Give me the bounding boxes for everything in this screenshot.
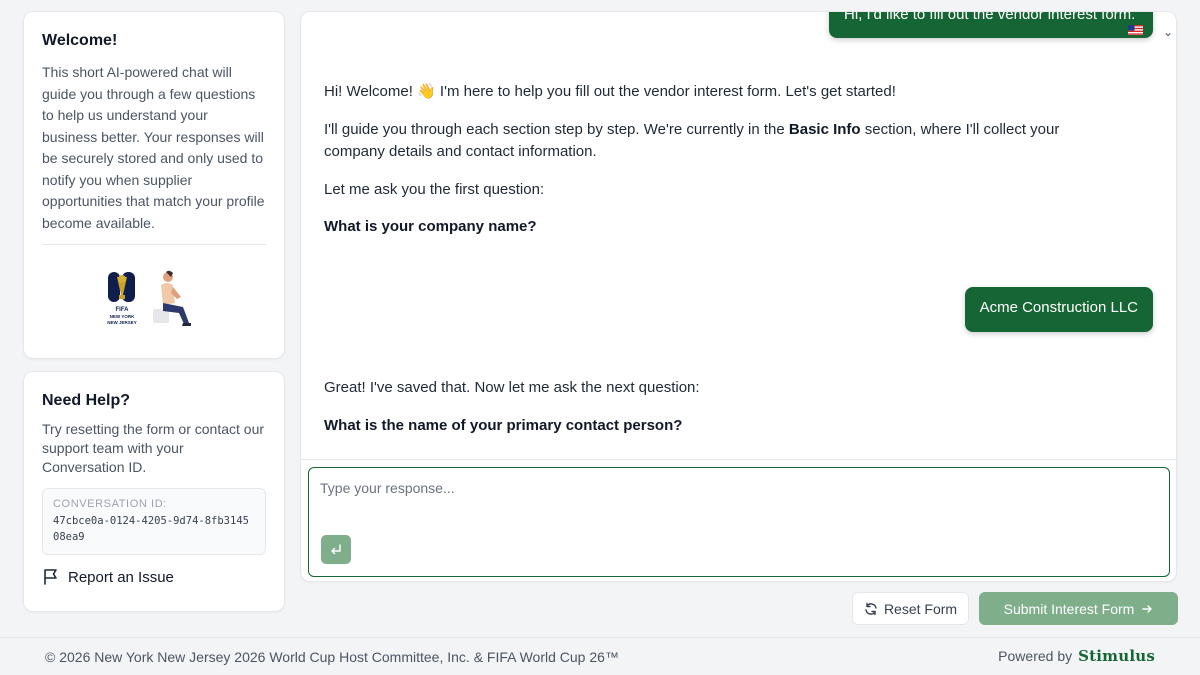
logo-text-nj: NEW JERSEY	[107, 320, 137, 325]
us-flag-icon	[1128, 25, 1143, 35]
submit-interest-form-button[interactable]: Submit Interest Form	[979, 592, 1178, 625]
conversation-id-label: CONVERSATION ID:	[53, 498, 167, 510]
ai-message-line: I'll guide you through each section step…	[324, 119, 1124, 164]
ai-question-text: What is your company name?	[324, 218, 537, 235]
divider	[301, 459, 1176, 460]
flag-icon	[44, 569, 57, 585]
powered-by-label: Powered by	[998, 648, 1073, 664]
conversation-id-box: CONVERSATION ID: 47cbce0a-0124-4205-9d74…	[42, 488, 266, 555]
ai-message: Hi! Welcome! 👋 I'm here to help you fill…	[324, 81, 1124, 254]
conversation-id-value: 47cbce0a-0124-4205-9d74-8fb314508ea9	[53, 515, 249, 543]
user-message-text: Acme Construction LLC	[979, 299, 1138, 316]
footer: © 2026 New York New Jersey 2026 World Cu…	[0, 637, 1200, 675]
ai-message-line: Hi! Welcome! 👋 I'm here to help you fill…	[324, 83, 896, 100]
response-input[interactable]	[320, 480, 1150, 520]
reset-form-button[interactable]: Reset Form	[852, 592, 969, 625]
logo-text-fifa: FIFA	[116, 307, 130, 313]
report-issue-label: Report an Issue	[68, 568, 174, 586]
welcome-text: This short AI-powered chat will guide yo…	[42, 64, 265, 231]
user-message-text: Hi, I'd like to fill out the vendor inte…	[844, 12, 1136, 23]
ai-message-line: Great! I've saved that. Now let me ask t…	[324, 379, 700, 396]
divider	[42, 244, 266, 245]
ai-message: Great! I've saved that. Now let me ask t…	[324, 377, 1124, 452]
welcome-title: Welcome!	[42, 32, 118, 49]
ai-text-bold: Basic Info	[788, 120, 861, 138]
help-text: Try resetting the form or contact our su…	[42, 421, 265, 475]
reset-form-label: Reset Form	[883, 600, 958, 617]
chat-messages[interactable]: Hi, I'd like to fill out the vendor inte…	[301, 12, 1176, 460]
logo-row: FIFA NEW YORK NEW JERSEY	[42, 269, 266, 327]
powered-by: Powered by Stimulus	[998, 647, 1155, 665]
welcome-card: Welcome! This short AI-powered chat will…	[23, 11, 285, 359]
chat-panel: Hi, I'd like to fill out the vendor inte…	[300, 11, 1177, 582]
refresh-icon	[865, 602, 877, 615]
world-cup-logo: FIFA NEW YORK NEW JERSEY	[107, 272, 137, 325]
stimulus-logo[interactable]: Stimulus	[1078, 647, 1155, 665]
send-button[interactable]	[321, 535, 351, 564]
enter-icon	[331, 543, 341, 554]
ai-question: What is the name of your primary contact…	[324, 415, 1124, 438]
copyright-text: © 2026 New York New Jersey 2026 World Cu…	[45, 649, 619, 665]
submit-form-label: Submit Interest Form	[1003, 600, 1135, 617]
ai-question: What is your company name?	[324, 216, 1124, 239]
response-input-box	[308, 467, 1170, 577]
ai-question-text: What is the name of your primary contact…	[324, 416, 683, 434]
user-message: Acme Construction LLC	[964, 287, 1153, 332]
user-message: Hi, I'd like to fill out the vendor inte…	[829, 12, 1153, 38]
ai-message-line: Let me ask you the first question:	[324, 180, 545, 198]
logo-text-ny: NEW YORK	[110, 314, 135, 319]
ai-text: I'll guide you through each section step…	[324, 120, 789, 138]
help-title: Need Help?	[42, 392, 131, 409]
arrow-right-icon	[1142, 604, 1153, 613]
seated-person-illustration	[153, 270, 191, 326]
chevron-down-icon[interactable]: ⌄	[1163, 25, 1173, 39]
report-issue-link[interactable]: Report an Issue	[42, 568, 266, 586]
help-card: Need Help? Try resetting the form or con…	[23, 371, 285, 612]
